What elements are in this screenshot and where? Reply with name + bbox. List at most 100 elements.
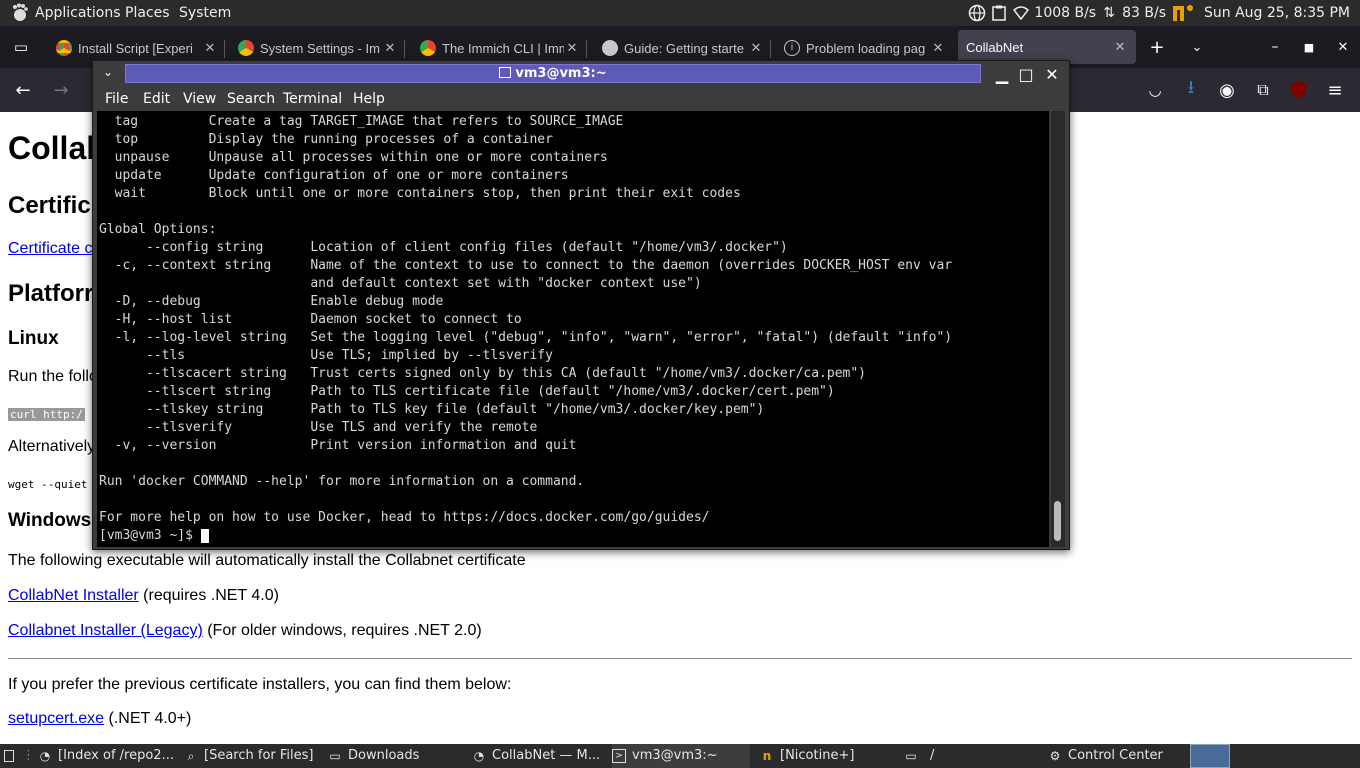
close-icon[interactable]: ✕: [930, 40, 946, 56]
chrome-icon: [238, 40, 254, 56]
certificate-link[interactable]: Certificate c: [8, 240, 92, 257]
terminal-line: --tlscert string Path to TLS certificate…: [99, 384, 835, 399]
show-desktop-icon[interactable]: [4, 744, 18, 768]
divider: [8, 658, 1352, 659]
certificate-heading: Certific: [8, 192, 91, 219]
legacy-installer-line: Collabnet Installer (Legacy) (For older …: [8, 622, 482, 639]
terminal-menu-edit[interactable]: Edit: [143, 91, 170, 107]
terminal-menu-help[interactable]: Help: [353, 91, 385, 107]
settings-icon: ⚙: [1049, 749, 1061, 763]
terminal-menu-search[interactable]: Search: [227, 91, 275, 107]
taskbar-item-nicotine[interactable]: n [Nicotine+]: [760, 744, 896, 768]
github-icon: [602, 40, 618, 56]
gnome-foot-icon[interactable]: [10, 3, 30, 23]
windows-text: The following executable will automatica…: [8, 552, 526, 569]
system-tray: 1008 B/s ⇅ 83 B/s Sun Aug 25, 8:35 PM: [968, 0, 1360, 26]
folder-icon: ▭: [329, 749, 341, 763]
applications-menu[interactable]: Applications: [35, 0, 121, 26]
terminal-line: --tlsverify Use TLS and verify the remot…: [99, 420, 538, 435]
terminal-line: Run 'docker COMMAND --help' for more inf…: [99, 474, 585, 489]
close-icon[interactable]: ✕: [202, 40, 218, 56]
terminal-menu-file[interactable]: File: [105, 91, 128, 107]
terminal-menu-terminal[interactable]: Terminal: [283, 91, 342, 107]
terminal-titlebar[interactable]: ⌄ vm3@vm3:~ ▁ □ ✕: [93, 61, 1069, 87]
terminal-scrollbar-thumb[interactable]: [1054, 501, 1061, 541]
tab-collabnet[interactable]: CollabNet ✕: [958, 30, 1136, 64]
places-menu[interactable]: Places: [125, 0, 170, 26]
terminal-cursor: [200, 528, 209, 543]
nicotine-tray-icon[interactable]: [1170, 4, 1196, 22]
terminal-close-icon[interactable]: ✕: [1043, 65, 1061, 84]
extensions-icon[interactable]: ⧉: [1252, 79, 1274, 101]
wget-command: wget --quiet: [8, 478, 88, 491]
taskbar-handle-icon[interactable]: ⋮: [22, 744, 34, 768]
terminal-menu-view[interactable]: View: [183, 91, 216, 107]
tab-guide-getting-started[interactable]: Guide: Getting starte ✕: [602, 34, 764, 62]
pocket-icon[interactable]: ◡: [1144, 79, 1166, 101]
terminal-maximize-icon[interactable]: □: [1017, 65, 1035, 84]
forward-arrow-icon[interactable]: →: [50, 79, 72, 101]
terminal-line: tag Create a tag TARGET_IMAGE that refer…: [99, 114, 624, 129]
terminal-icon: [499, 67, 512, 78]
terminal-line: and default context set with "docker con…: [99, 276, 702, 291]
nicotine-icon: n: [762, 749, 772, 763]
system-menu[interactable]: System: [179, 0, 231, 26]
setupcert-link[interactable]: setupcert.exe: [8, 710, 104, 727]
chrome-icon: [420, 40, 436, 56]
tab-overview-icon[interactable]: ▭: [10, 36, 32, 58]
network-globe-icon[interactable]: [968, 4, 986, 22]
terminal-line: -l, --log-level string Set the logging l…: [99, 330, 953, 345]
terminal-line: --tlscacert string Trust certs signed on…: [99, 366, 867, 381]
system-panel: Applications Places System 1008 B/s ⇅ 83…: [0, 0, 1360, 26]
close-window-icon[interactable]: ✕: [1332, 36, 1354, 58]
workspace-switcher[interactable]: [1190, 744, 1230, 768]
back-arrow-icon[interactable]: ←: [12, 79, 34, 101]
clipboard-icon[interactable]: [990, 4, 1008, 22]
close-icon[interactable]: ✕: [748, 40, 764, 56]
taskbar-item-search-files[interactable]: ⌕ [Search for Files]: [184, 744, 320, 768]
terminal-minimize-icon[interactable]: ▁: [993, 65, 1011, 84]
terminal-output[interactable]: tag Create a tag TARGET_IMAGE that refer…: [97, 111, 1049, 547]
download-icon[interactable]: ⭳: [1180, 77, 1202, 101]
taskbar-item-index-repo[interactable]: ◔ [Index of /repo2...: [38, 744, 178, 768]
tab-problem-loading[interactable]: i Problem loading pag ✕: [784, 34, 946, 62]
windows-heading: Windows: [8, 510, 92, 531]
terminal-line: --tlskey string Path to TLS key file (de…: [99, 402, 765, 417]
account-icon[interactable]: ◉: [1216, 79, 1238, 101]
taskbar-item-downloads[interactable]: ▭ Downloads: [328, 744, 464, 768]
new-tab-icon[interactable]: +: [1146, 36, 1168, 58]
close-icon[interactable]: ✕: [1112, 39, 1128, 55]
close-icon[interactable]: ✕: [382, 40, 398, 56]
ublock-icon[interactable]: [1288, 79, 1310, 101]
collabnet-installer-link[interactable]: CollabNet Installer: [8, 587, 139, 604]
tab-install-script[interactable]: Install Script [Experi ✕: [56, 34, 218, 62]
collabnet-legacy-installer-link[interactable]: Collabnet Installer (Legacy): [8, 622, 203, 639]
taskbar-item-control-center[interactable]: ⚙ Control Center: [1048, 744, 1184, 768]
firefox-icon: ◔: [39, 749, 51, 763]
tab-list-chevron-icon[interactable]: ⌄: [1186, 36, 1208, 58]
terminal-line: Global Options:: [99, 222, 217, 237]
terminal-menubar: File Edit View Search Terminal Help: [93, 87, 1069, 111]
tab-immich-cli[interactable]: The Immich CLI | Imm ✕: [420, 34, 580, 62]
minimize-icon[interactable]: –: [1264, 36, 1286, 58]
terminal-line: top Display the running processes of a c…: [99, 132, 553, 147]
taskbar-item-terminal[interactable]: > vm3@vm3:~: [612, 744, 750, 768]
terminal-line: update Update configuration of one or mo…: [99, 168, 569, 183]
wifi-icon[interactable]: [1012, 4, 1030, 22]
window-menu-chevron-icon[interactable]: ⌄: [103, 65, 117, 81]
terminal-scrollbar[interactable]: [1051, 111, 1065, 547]
terminal-line: -c, --context string Name of the context…: [99, 258, 953, 273]
folder-icon: ▭: [905, 749, 917, 763]
terminal-title-bar[interactable]: vm3@vm3:~: [125, 64, 981, 83]
close-icon[interactable]: ✕: [564, 40, 580, 56]
taskbar-item-collabnet[interactable]: ◔ CollabNet — M...: [472, 744, 608, 768]
terminal-prompt-line: [vm3@vm3 ~]$: [99, 527, 209, 545]
transfer-arrows-icon: ⇅: [1103, 5, 1115, 21]
terminal-line: -H, --host list Daemon socket to connect…: [99, 312, 522, 327]
tab-system-settings[interactable]: System Settings - Im ✕: [238, 34, 398, 62]
maximize-icon[interactable]: ■: [1298, 36, 1320, 58]
hamburger-menu-icon[interactable]: ≡: [1324, 79, 1346, 101]
search-icon: ⌕: [187, 749, 195, 763]
clock[interactable]: Sun Aug 25, 8:35 PM: [1204, 5, 1350, 21]
taskbar-item-root-folder[interactable]: ▭ /: [904, 744, 1040, 768]
